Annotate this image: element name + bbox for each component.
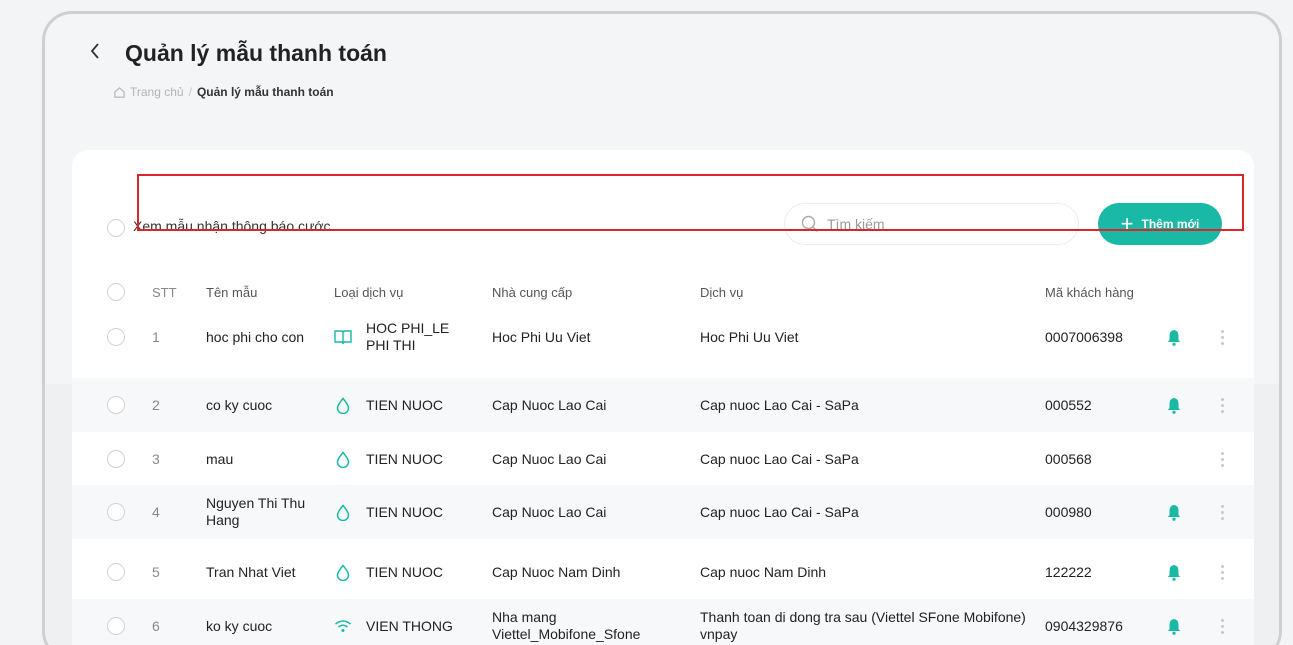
row-service-type-label: TIEN NUOC: [366, 563, 443, 580]
search-input[interactable]: [827, 216, 1047, 232]
more-options-icon[interactable]: [1215, 485, 1230, 539]
table-row[interactable]: 1 hoc phi cho con HOC PHI_LE PHI THI Hoc Ph…: [72, 310, 1254, 364]
water-drop-icon: [334, 396, 352, 414]
breadcrumb: Trang chủ / Quản lý mẫu thanh toán: [113, 85, 334, 99]
more-options-icon[interactable]: [1215, 599, 1230, 645]
row-select-radio[interactable]: [107, 310, 125, 364]
row-provider: Cap Nuoc Lao Cai: [492, 503, 607, 520]
row-service-type-label: TIEN NUOC: [366, 503, 443, 520]
row-service-type-label: HOC PHI_LE PHI THI: [366, 320, 450, 353]
table-row[interactable]: 4 Nguyen Thi Thu Hang TIEN NUOC Cap Nuoc La…: [72, 485, 1254, 539]
row-provider: Hoc Phi Uu Viet: [492, 328, 591, 345]
breadcrumb-current: Quản lý mẫu thanh toán: [196, 85, 334, 99]
add-new-button[interactable]: + Thêm mới: [1098, 203, 1222, 245]
row-customer-code: 0904329876: [1045, 618, 1123, 634]
row-service-type-label: VIEN THONG: [366, 617, 453, 634]
row-service-type: TIEN NUOC: [334, 485, 474, 539]
row-service-type: TIEN NUOC: [334, 378, 474, 432]
row-provider: Cap Nuoc Lao Cai: [492, 396, 607, 413]
bell-icon[interactable]: [1167, 545, 1181, 599]
header-template-name: Tên mẫu: [206, 284, 258, 300]
more-options-icon[interactable]: [1215, 432, 1230, 486]
row-service-type: TIEN NUOC: [334, 545, 474, 599]
bell-icon[interactable]: [1167, 485, 1181, 539]
row-select-radio[interactable]: [107, 485, 125, 539]
row-template-name: hoc phi cho con: [206, 328, 305, 345]
row-provider: Cap Nuoc Lao Cai: [492, 450, 607, 467]
row-stt: 6: [152, 618, 160, 634]
row-template-name: mau: [206, 450, 234, 467]
header-provider: Nhà cung cấp: [492, 284, 573, 300]
table-row[interactable]: 3 mau TIEN NUOC Cap Nuoc Lao Cai Cap nuoc La…: [72, 432, 1254, 486]
home-icon: [114, 86, 125, 98]
search-box[interactable]: [784, 203, 1079, 245]
row-template-name: Tran Nhat Viet: [206, 563, 296, 580]
row-template-name: co ky cuoc: [206, 396, 273, 413]
row-service: Thanh toan di dong tra sau (Viettel SFon…: [700, 609, 1026, 642]
row-stt: 5: [152, 564, 160, 580]
row-customer-code: 000980: [1045, 504, 1092, 520]
page-title: Quản lý mẫu thanh toán: [125, 40, 387, 66]
header-stt: STT: [152, 284, 177, 300]
row-service: Hoc Phi Uu Viet: [700, 328, 799, 345]
book-icon: [334, 329, 352, 345]
row-stt: 4: [152, 504, 160, 520]
row-select-radio[interactable]: [107, 599, 125, 645]
row-stt: 1: [152, 329, 160, 345]
row-customer-code: 000552: [1045, 397, 1092, 413]
search-icon: [801, 215, 818, 232]
row-service: Cap nuoc Lao Cai - SaPa: [700, 396, 859, 413]
content-card: Xem mẫu nhận thông báo cước + Thêm mới S…: [72, 150, 1254, 645]
add-new-label: Thêm mới: [1141, 217, 1200, 231]
table-row[interactable]: 6 ko ky cuoc VIEN THONG Nha mang Viettel_Mo…: [72, 599, 1254, 645]
row-template-name: Nguyen Thi Thu Hang: [206, 495, 306, 528]
water-drop-icon: [334, 503, 352, 521]
row-service-type: TIEN NUOC: [334, 432, 474, 486]
row-stt: 2: [152, 397, 160, 413]
select-all-radio[interactable]: [107, 280, 125, 304]
wifi-icon: [334, 619, 352, 633]
more-options-icon[interactable]: [1215, 545, 1230, 599]
chevron-left-icon: [90, 43, 99, 59]
table-header: STT Tên mẫu Loại dịch vụ Nhà cung cấp Dị…: [72, 280, 1254, 304]
row-service-type: VIEN THONG: [334, 599, 474, 645]
row-provider: Nha mang Viettel_Mobifone_Sfone: [492, 609, 641, 642]
row-select-radio[interactable]: [107, 545, 125, 599]
row-service: Cap nuoc Lao Cai - SaPa: [700, 503, 859, 520]
table-row[interactable]: 5 Tran Nhat Viet TIEN NUOC Cap Nuoc Nam Din…: [72, 545, 1254, 599]
row-stt: 3: [152, 451, 160, 467]
header-service: Dịch vụ: [700, 284, 744, 300]
row-customer-code: 000568: [1045, 451, 1092, 467]
table-row[interactable]: 2 co ky cuoc TIEN NUOC Cap Nuoc Lao Cai Cap …: [72, 378, 1254, 432]
row-customer-code: 122222: [1045, 564, 1092, 580]
row-service: Cap nuoc Lao Cai - SaPa: [700, 450, 859, 467]
row-service-type-label: TIEN NUOC: [366, 396, 443, 413]
row-service: Cap nuoc Nam Dinh: [700, 563, 827, 580]
more-options-icon[interactable]: [1215, 378, 1230, 432]
more-options-icon[interactable]: [1215, 310, 1230, 364]
row-provider: Cap Nuoc Nam Dinh: [492, 563, 621, 580]
row-select-radio[interactable]: [107, 378, 125, 432]
header-service-type: Loại dịch vụ: [334, 284, 404, 300]
notice-template-label: Xem mẫu nhận thông báo cước: [133, 218, 331, 234]
row-service-type: HOC PHI_LE PHI THI: [334, 310, 474, 364]
breadcrumb-separator: /: [188, 85, 192, 99]
water-drop-icon: [334, 450, 352, 468]
bell-icon[interactable]: [1167, 599, 1181, 645]
back-button[interactable]: [85, 41, 105, 65]
plus-icon: +: [1120, 211, 1134, 236]
breadcrumb-home[interactable]: Trang chủ: [113, 85, 184, 99]
water-drop-icon: [334, 563, 352, 581]
header-customer-code: Mã khách hàng: [1045, 284, 1134, 300]
notice-template-radio[interactable]: [107, 219, 125, 237]
app-window: Quản lý mẫu thanh toán Trang chủ / Quản …: [42, 11, 1282, 645]
row-select-radio[interactable]: [107, 432, 125, 486]
row-customer-code: 0007006398: [1045, 329, 1123, 345]
bell-icon[interactable]: [1167, 378, 1181, 432]
bell-icon[interactable]: [1167, 310, 1181, 364]
row-template-name: ko ky cuoc: [206, 617, 273, 634]
row-service-type-label: TIEN NUOC: [366, 450, 443, 467]
breadcrumb-home-label: Trang chủ: [130, 85, 184, 99]
